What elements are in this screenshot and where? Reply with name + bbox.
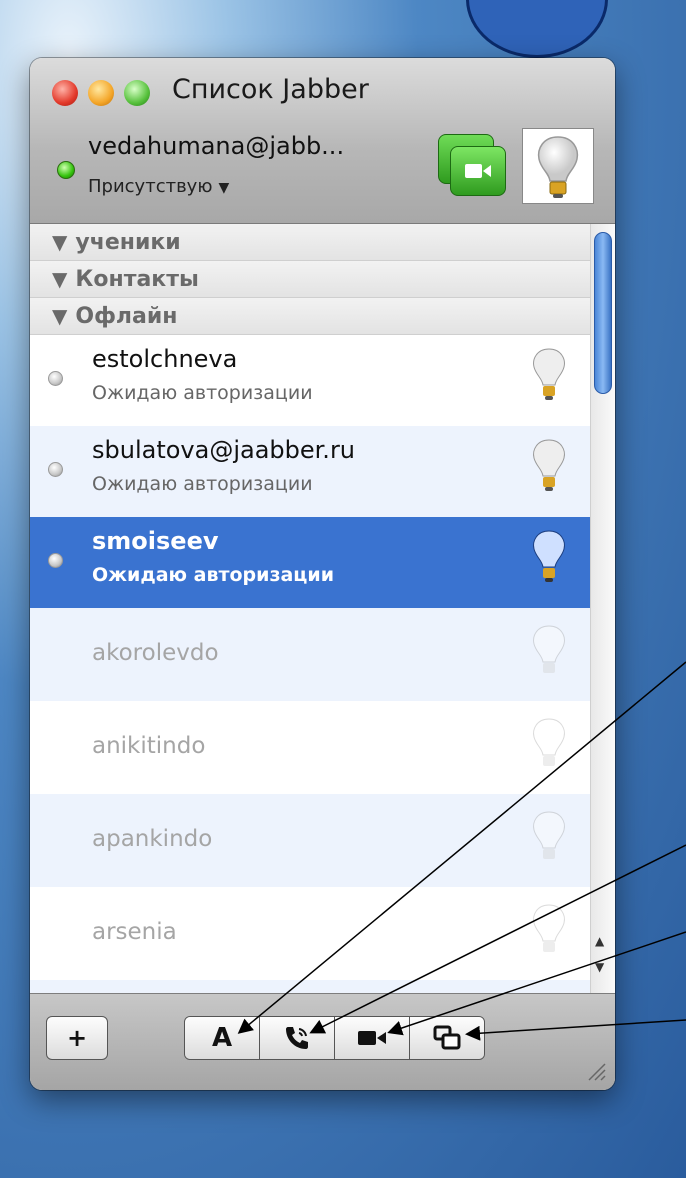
lightbulb-icon: [533, 811, 565, 859]
avatar[interactable]: [522, 128, 594, 204]
contact-name: smoiseev: [92, 527, 219, 555]
window-title: Список Jabber: [172, 74, 369, 105]
lightbulb-icon: [533, 718, 565, 766]
group-label: ученики: [75, 230, 181, 255]
maximize-icon[interactable]: [124, 80, 150, 106]
close-icon[interactable]: [52, 80, 78, 106]
disclosure-triangle-icon[interactable]: ▼: [52, 267, 67, 291]
video-chat-button[interactable]: [438, 134, 506, 196]
titlebar: Список Jabber vedahumana@jabb... Присутс…: [30, 58, 615, 224]
font-icon: A: [211, 1023, 233, 1053]
lightbulb-icon: [533, 904, 565, 952]
share-screen-icon: [433, 1025, 461, 1050]
font-button[interactable]: A: [185, 1017, 260, 1059]
contact-row[interactable]: apankindo: [30, 794, 615, 887]
disclosure-triangle-icon[interactable]: ▼: [52, 230, 67, 254]
lightbulb-icon: [533, 348, 565, 400]
contact-name: sbulatova@jaabber.ru: [92, 436, 356, 464]
contact-status: Ожидаю авторизации: [92, 382, 313, 404]
background-decoration-oval: [466, 0, 608, 58]
group-label: Контакты: [75, 267, 199, 292]
lightbulb-icon: [533, 439, 565, 491]
group-header-offline[interactable]: ▼ Офлайн: [30, 298, 615, 335]
account-name: vedahumana@jabb...: [88, 132, 345, 160]
scroll-down-icon[interactable]: ▼: [595, 960, 604, 974]
contact-row-partial: [30, 980, 615, 994]
disclosure-triangle-icon[interactable]: ▼: [52, 304, 67, 328]
scroll-up-icon[interactable]: ▲: [595, 934, 604, 948]
scroll-thumb[interactable]: [594, 232, 612, 394]
scrollbar[interactable]: ▲ ▼: [590, 224, 615, 994]
contact-row[interactable]: akorolevdo: [30, 608, 615, 701]
lightbulb-icon: [533, 530, 565, 582]
group-header-contacts[interactable]: ▼ Контакты: [30, 261, 615, 298]
contact-name: anikitindo: [92, 733, 206, 759]
offline-status-icon: [48, 553, 63, 568]
action-segmented-control: A: [184, 1016, 485, 1060]
contact-name: estolchneva: [92, 345, 238, 373]
contact-status: Ожидаю авторизации: [92, 564, 335, 586]
add-contact-button[interactable]: +: [46, 1016, 108, 1060]
presence-selector[interactable]: Присутствую ▼: [88, 176, 229, 197]
lightbulb-icon: [533, 625, 565, 673]
contact-list: ▼ ученики ▼ Контакты ▼ Офлайн estolchneva О…: [30, 224, 615, 994]
contact-row[interactable]: estolchneva Ожидаю авторизации: [30, 335, 615, 426]
contact-row[interactable]: anikitindo: [30, 701, 615, 794]
group-header-students[interactable]: ▼ ученики: [30, 224, 615, 261]
video-camera-icon: [358, 1031, 386, 1045]
contact-name: arsenia: [92, 919, 177, 945]
chevron-down-icon: ▼: [218, 180, 230, 196]
contact-status: Ожидаю авторизации: [92, 473, 313, 495]
minimize-icon[interactable]: [88, 80, 114, 106]
contact-row[interactable]: sbulatova@jaabber.ru Ожидаю авторизации: [30, 426, 615, 517]
lightbulb-icon: [537, 136, 579, 198]
contact-name: akorolevdo: [92, 640, 219, 666]
group-label: Офлайн: [75, 304, 178, 329]
video-call-button[interactable]: [335, 1017, 410, 1059]
offline-status-icon: [48, 462, 63, 477]
resize-grip-icon[interactable]: [585, 1060, 607, 1082]
jabber-contact-list-window: Список Jabber vedahumana@jabb... Присутс…: [30, 58, 615, 1090]
contact-name: apankindo: [92, 826, 213, 852]
bottom-toolbar: + A: [30, 993, 615, 1090]
phone-call-button[interactable]: [260, 1017, 335, 1059]
video-chat-icon: [450, 146, 506, 196]
share-screen-button[interactable]: [410, 1017, 484, 1059]
contact-row-selected[interactable]: smoiseev Ожидаю авторизации: [30, 517, 615, 608]
contact-row[interactable]: arsenia: [30, 887, 615, 980]
offline-status-icon: [48, 371, 63, 386]
online-status-icon: [57, 161, 75, 179]
presence-label: Присутствую: [88, 176, 213, 197]
phone-call-icon: [286, 1027, 308, 1049]
